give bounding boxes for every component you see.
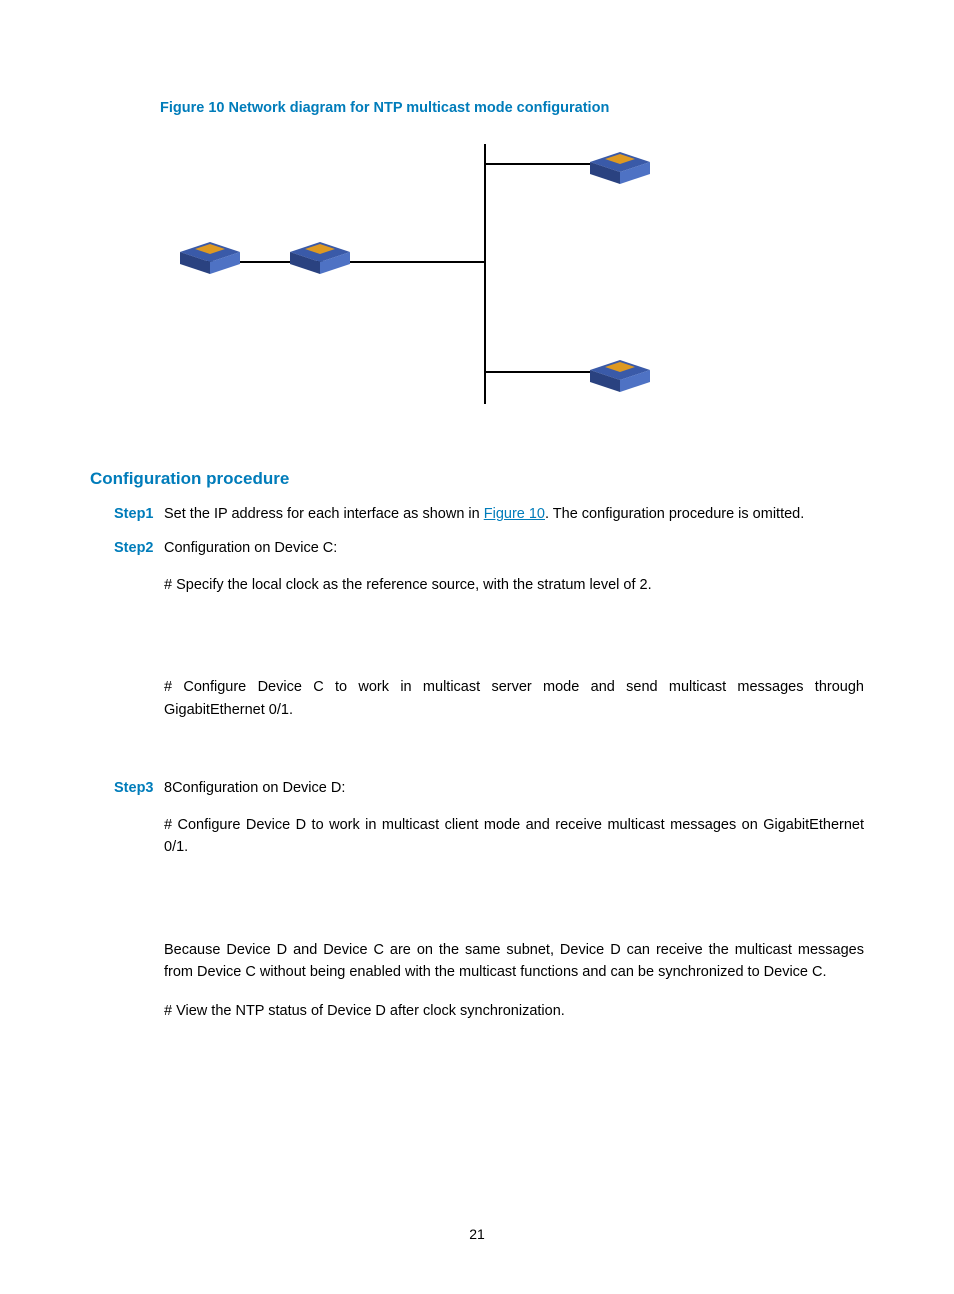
- step-3: Step3 8Configuration on Device D:: [90, 777, 864, 799]
- step-paragraph: # Configure Device C to work in multicas…: [164, 676, 864, 721]
- step-label: Step2: [114, 537, 164, 559]
- figure-title: Figure 10 Network diagram for NTP multic…: [160, 100, 864, 116]
- device-icon: [590, 360, 650, 392]
- step-text: Configuration on Device C:: [164, 537, 864, 559]
- device-icon: [290, 242, 350, 274]
- device-icon: [590, 152, 650, 184]
- step-text: 8Configuration on Device D:: [164, 777, 864, 799]
- network-diagram: [160, 134, 680, 414]
- device-icon: [180, 242, 240, 274]
- page-number: 21: [0, 1226, 954, 1242]
- step-label: Step3: [114, 777, 164, 799]
- step-paragraph: # Configure Device D to work in multicas…: [164, 814, 864, 859]
- step-2: Step2 Configuration on Device C:: [90, 537, 864, 559]
- step-paragraph: Because Device D and Device C are on the…: [164, 939, 864, 984]
- step-label: Step1: [114, 503, 164, 525]
- step-1: Step1 Set the IP address for each interf…: [90, 503, 864, 525]
- step-text: Set the IP address for each interface as…: [164, 503, 864, 525]
- step-paragraph: # Specify the local clock as the referen…: [164, 574, 864, 596]
- figure-link[interactable]: Figure 10: [484, 506, 545, 522]
- step-paragraph: # View the NTP status of Device D after …: [164, 1000, 864, 1022]
- section-heading: Configuration procedure: [90, 469, 864, 489]
